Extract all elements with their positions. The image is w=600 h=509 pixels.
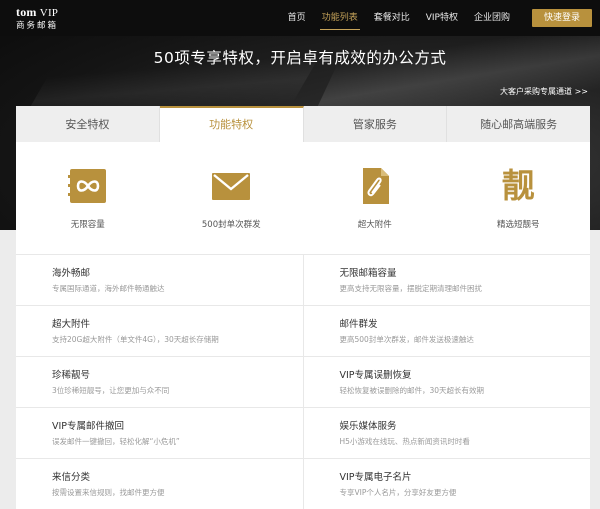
nav-plan-compare[interactable]: 套餐对比 xyxy=(366,0,418,36)
nav-home[interactable]: 首页 xyxy=(280,0,314,36)
privilege-title: 娱乐媒体服务 xyxy=(339,421,397,432)
privilege-desc: 误发邮件一键撤回，轻松化解“小危机” xyxy=(52,437,180,446)
privilege-row: 超大附件 支持20G超大附件（单文件4G），30天超长存储期 邮件群发 更高50… xyxy=(16,305,590,356)
privilege-row: VIP专属邮件撤回 误发邮件一键撤回，轻松化解“小危机” 娱乐媒体服务 H5小游… xyxy=(16,407,590,458)
feature-label: 无限容量 xyxy=(70,220,105,230)
privilege-desc: 轻松恢复被误删除的邮件，30天超长有效期 xyxy=(339,386,485,395)
privilege-title: 超大附件 xyxy=(52,319,91,330)
feature-label: 超大附件 xyxy=(357,220,392,230)
privilege-title: VIP专属邮件撤回 xyxy=(52,421,125,432)
nav-enterprise-purchase[interactable]: 企业团购 xyxy=(466,0,518,36)
privilege-item: VIP专属邮件撤回 误发邮件一键撤回，轻松化解“小危机” xyxy=(16,408,304,458)
feature-bulk-send[interactable]: 500封单次群发 xyxy=(160,142,304,252)
privilege-row: 珍稀靓号 3位珍稀短靓号，让您更加与众不同 VIP专属误删恢复 轻松恢复被误删除… xyxy=(16,356,590,407)
privilege-desc: 专享VIP个人名片，分享好友更方便 xyxy=(339,488,457,497)
top-navigation-bar: tom VIP 商务邮箱 首页 功能列表 套餐对比 VIP特权 企业团购 快速登… xyxy=(0,0,600,36)
privilege-item: VIP专属电子名片 专享VIP个人名片，分享好友更方便 xyxy=(304,459,591,509)
enterprise-purchase-link[interactable]: 大客户采购专属通道 >> xyxy=(500,86,588,97)
privilege-desc: H5小游戏在线玩、热点新闻资讯时时看 xyxy=(339,437,470,446)
nav-feature-list[interactable]: 功能列表 xyxy=(314,0,366,36)
feature-unlimited-capacity[interactable]: 无限容量 xyxy=(16,142,160,252)
privilege-item: 海外畅邮 专属国际通道，海外邮件畅通触达 xyxy=(16,255,304,305)
privilege-title: 邮件群发 xyxy=(339,319,378,330)
privilege-title: 海外畅邮 xyxy=(52,268,91,279)
privilege-title: VIP专属电子名片 xyxy=(339,472,412,483)
privilege-desc: 专属国际通道，海外邮件畅通触达 xyxy=(52,284,165,293)
envelope-icon xyxy=(212,173,251,200)
privilege-row: 海外畅邮 专属国际通道，海外邮件畅通触达 无限邮箱容量 更高支持无限容量，摆脱定… xyxy=(16,254,590,305)
privilege-item: 娱乐媒体服务 H5小游戏在线玩、热点新闻资讯时时看 xyxy=(304,408,591,458)
feature-short-number[interactable]: 靓 精选短靓号 xyxy=(447,142,591,252)
main-nav: 首页 功能列表 套餐对比 VIP特权 企业团购 快速登录 xyxy=(280,0,592,36)
privilege-item: 超大附件 支持20G超大附件（单文件4G），30天超长存储期 xyxy=(16,306,304,356)
privilege-item: 珍稀靓号 3位珍稀短靓号，让您更加与众不同 xyxy=(16,357,304,407)
privilege-desc: 支持20G超大附件（单文件4G），30天超长存储期 xyxy=(52,335,219,344)
paperclip-file-icon xyxy=(362,168,389,204)
privileges-card: 安全特权 功能特权 管家服务 随心邮高端服务 无限容量 500封单次群发 超大附… xyxy=(16,106,590,509)
logo-tom-text: tom xyxy=(16,5,37,19)
tab-security[interactable]: 安全特权 xyxy=(16,106,160,142)
feature-highlights: 无限容量 500封单次群发 超大附件 靓 精选短靓号 xyxy=(16,142,590,252)
infinity-icon xyxy=(67,169,106,203)
privilege-desc: 按需设置来信规则，找邮件更方便 xyxy=(52,488,165,497)
privilege-list: 海外畅邮 专属国际通道，海外邮件畅通触达 无限邮箱容量 更高支持无限容量，摆脱定… xyxy=(16,254,590,509)
privilege-item: 邮件群发 更高500封单次群发，邮件发送极速触达 xyxy=(304,306,591,356)
hero-title: 50项专享特权，开启卓有成效的办公方式 xyxy=(153,49,447,67)
logo-subtitle: 商务邮箱 xyxy=(16,21,59,31)
privilege-item: 无限邮箱容量 更高支持无限容量，摆脱定期清理邮件困扰 xyxy=(304,255,591,305)
privilege-item: VIP专属误删恢复 轻松恢复被误删除的邮件，30天超长有效期 xyxy=(304,357,591,407)
privilege-item: 来信分类 按需设置来信规则，找邮件更方便 xyxy=(16,459,304,509)
nav-vip-privileges[interactable]: VIP特权 xyxy=(418,0,466,36)
liang-character-icon: 靓 xyxy=(501,166,535,205)
privilege-title: 珍稀靓号 xyxy=(52,370,91,381)
tom-vip-logo[interactable]: tom VIP 商务邮箱 xyxy=(16,6,58,32)
privilege-tabs: 安全特权 功能特权 管家服务 随心邮高端服务 xyxy=(16,106,590,142)
privilege-row: 来信分类 按需设置来信规则，找邮件更方便 VIP专属电子名片 专享VIP个人名片… xyxy=(16,458,590,509)
logo-vip-text: VIP xyxy=(39,7,59,19)
privilege-title: VIP专属误删恢复 xyxy=(339,370,412,381)
feature-label: 500封单次群发 xyxy=(201,220,261,230)
feature-large-attachment[interactable]: 超大附件 xyxy=(303,142,447,252)
quick-login-button[interactable]: 快速登录 xyxy=(531,9,592,27)
tab-features[interactable]: 功能特权 xyxy=(159,106,304,142)
privilege-desc: 更高支持无限容量，摆脱定期清理邮件困扰 xyxy=(339,284,483,293)
privilege-desc: 3位珍稀短靓号，让您更加与众不同 xyxy=(52,386,170,395)
feature-label: 精选短靓号 xyxy=(496,220,540,230)
tab-butler-service[interactable]: 管家服务 xyxy=(303,106,448,142)
privilege-title: 来信分类 xyxy=(52,472,91,483)
tab-premium-service[interactable]: 随心邮高端服务 xyxy=(447,106,590,142)
privilege-desc: 更高500封单次群发，邮件发送极速触达 xyxy=(339,335,474,344)
privilege-title: 无限邮箱容量 xyxy=(339,268,397,279)
